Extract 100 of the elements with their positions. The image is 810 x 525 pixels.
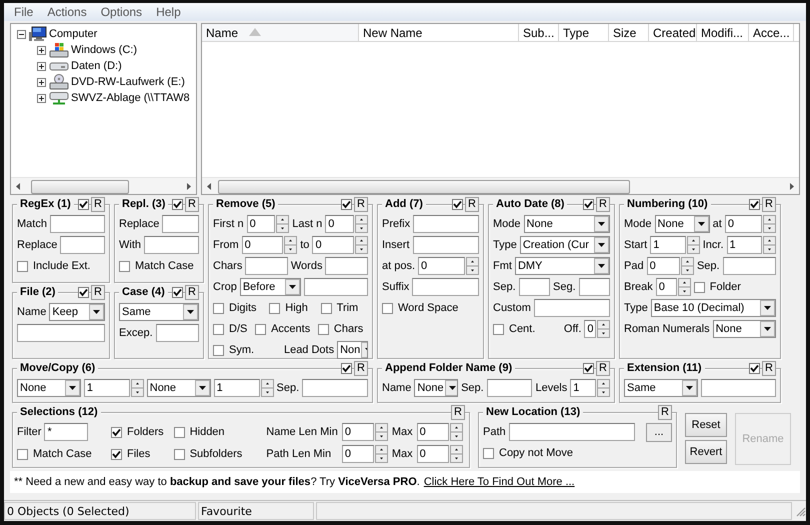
resize-grip-icon[interactable] — [794, 505, 806, 517]
checkbox[interactable]: Chars — [318, 323, 368, 335]
expand-icon[interactable] — [37, 78, 46, 86]
checkbox[interactable]: Cent. — [493, 323, 561, 335]
text-field[interactable] — [508, 423, 635, 441]
dropdown-arrow-icon[interactable] — [444, 380, 458, 396]
checkbox[interactable] — [341, 362, 352, 374]
text-field[interactable]: * — [44, 423, 88, 441]
checkbox[interactable]: Include Ext. — [17, 260, 105, 272]
text-field[interactable] — [325, 257, 368, 275]
number-field[interactable]: 0 — [312, 236, 354, 254]
text-field[interactable] — [518, 278, 550, 296]
dropdown[interactable]: Base 10 (Decimal) — [650, 299, 776, 317]
checkbox[interactable] — [341, 198, 352, 210]
reset-group-button[interactable]: R — [185, 284, 199, 300]
text-field[interactable] — [578, 278, 610, 296]
number-field[interactable]: 0 — [646, 257, 680, 275]
checkbox[interactable]: D/S — [213, 323, 252, 335]
tree-item[interactable]: Daten (D:) — [71, 60, 122, 72]
scroll-left-icon[interactable] — [15, 182, 21, 190]
spinner-icon[interactable] — [276, 215, 290, 233]
reset-group-button[interactable]: R — [185, 196, 199, 212]
spinner-icon[interactable] — [450, 445, 463, 463]
checkbox[interactable] — [172, 198, 183, 210]
text-field[interactable] — [413, 215, 479, 233]
browse-button[interactable]: ... — [646, 422, 672, 442]
text-field[interactable] — [700, 379, 776, 397]
scroll-right-icon[interactable] — [186, 182, 192, 190]
text-field[interactable] — [50, 215, 105, 233]
text-field[interactable] — [245, 257, 288, 275]
dropdown[interactable]: Same — [119, 303, 199, 321]
tree-item[interactable]: SWVZ-Ablage (\\TTAW8 — [71, 92, 190, 104]
reset-group-button[interactable]: R — [91, 284, 105, 300]
checkbox[interactable] — [78, 286, 89, 298]
spinner-icon[interactable] — [374, 445, 388, 463]
menu-item[interactable]: Options — [100, 5, 142, 19]
number-field[interactable]: 0 — [656, 278, 677, 296]
reset-group-button[interactable]: R — [762, 360, 776, 376]
scrollbar-thumb[interactable] — [218, 180, 630, 194]
column-header[interactable]: Sub... — [519, 24, 559, 41]
reset-group-button[interactable]: R — [596, 196, 610, 212]
reset-group-button[interactable]: R — [354, 196, 368, 212]
dropdown[interactable]: Keep — [49, 303, 105, 321]
reset-group-button[interactable]: R — [451, 404, 465, 420]
scroll-left-icon[interactable] — [206, 182, 212, 190]
column-header[interactable]: Created — [649, 24, 697, 41]
horizontal-scrollbar[interactable] — [202, 177, 799, 194]
tree-item[interactable]: Windows (C:) — [71, 44, 138, 56]
column-header[interactable]: Size — [609, 24, 649, 41]
dropdown[interactable]: Same — [624, 379, 698, 397]
text-field[interactable] — [722, 257, 776, 275]
checkbox[interactable]: Sym. — [213, 344, 281, 356]
text-field[interactable] — [17, 324, 105, 342]
number-field[interactable]: 0 — [584, 320, 596, 338]
expand-icon[interactable] — [37, 62, 46, 70]
text-field[interactable] — [144, 236, 199, 254]
dropdown[interactable]: None — [712, 320, 776, 338]
checkbox[interactable] — [172, 286, 183, 298]
spinner-icon[interactable] — [355, 236, 368, 254]
collapse-icon[interactable] — [17, 30, 26, 38]
checkbox[interactable] — [583, 362, 594, 374]
checkbox[interactable]: Copy not Move — [483, 447, 672, 459]
spinner-icon[interactable] — [450, 423, 463, 441]
spinner-icon[interactable] — [597, 320, 610, 338]
number-field[interactable]: 0 — [342, 445, 374, 463]
expand-icon[interactable] — [37, 46, 46, 54]
menu-item[interactable]: File — [14, 5, 34, 19]
ad-link[interactable]: Click Here To Find Out More ... — [424, 476, 575, 488]
text-field[interactable] — [304, 278, 368, 296]
reset-button[interactable]: Reset — [685, 413, 727, 437]
text-field[interactable] — [412, 236, 479, 254]
reset-group-button[interactable]: R — [91, 196, 105, 212]
checkbox[interactable]: Hidden — [174, 426, 225, 438]
scroll-right-icon[interactable] — [789, 182, 795, 190]
number-field[interactable]: 0 — [246, 215, 276, 233]
checkbox[interactable]: Files — [111, 448, 150, 460]
dropdown[interactable]: None — [414, 379, 458, 397]
column-header[interactable]: New Name — [359, 24, 519, 41]
reset-group-button[interactable]: R — [762, 196, 776, 212]
spinner-icon[interactable] — [678, 278, 691, 296]
column-header[interactable]: Acce... — [749, 24, 794, 41]
menu-item[interactable]: Actions — [47, 5, 87, 19]
dropdown[interactable]: None — [524, 215, 610, 233]
reset-group-button[interactable]: R — [354, 360, 368, 376]
checkbox[interactable]: Match Case — [17, 448, 92, 460]
column-header[interactable]: Type — [559, 24, 609, 41]
checkbox[interactable]: Digits — [213, 302, 266, 314]
revert-button[interactable]: Revert — [685, 440, 727, 464]
dropdown[interactable]: None — [17, 379, 81, 397]
number-field[interactable]: 1 — [214, 379, 260, 397]
checkbox[interactable] — [749, 198, 760, 210]
checkbox[interactable]: Folder — [694, 281, 776, 293]
tree-item[interactable]: Computer — [49, 28, 98, 40]
checkbox[interactable]: Word Space — [382, 302, 479, 314]
spinner-icon[interactable] — [130, 379, 144, 397]
column-header[interactable]: Modifi... — [697, 24, 749, 41]
number-field[interactable]: 0 — [242, 236, 284, 254]
menu-item[interactable]: Help — [156, 5, 181, 19]
number-field[interactable]: 1 — [84, 379, 130, 397]
dropdown[interactable]: Non — [337, 341, 368, 359]
